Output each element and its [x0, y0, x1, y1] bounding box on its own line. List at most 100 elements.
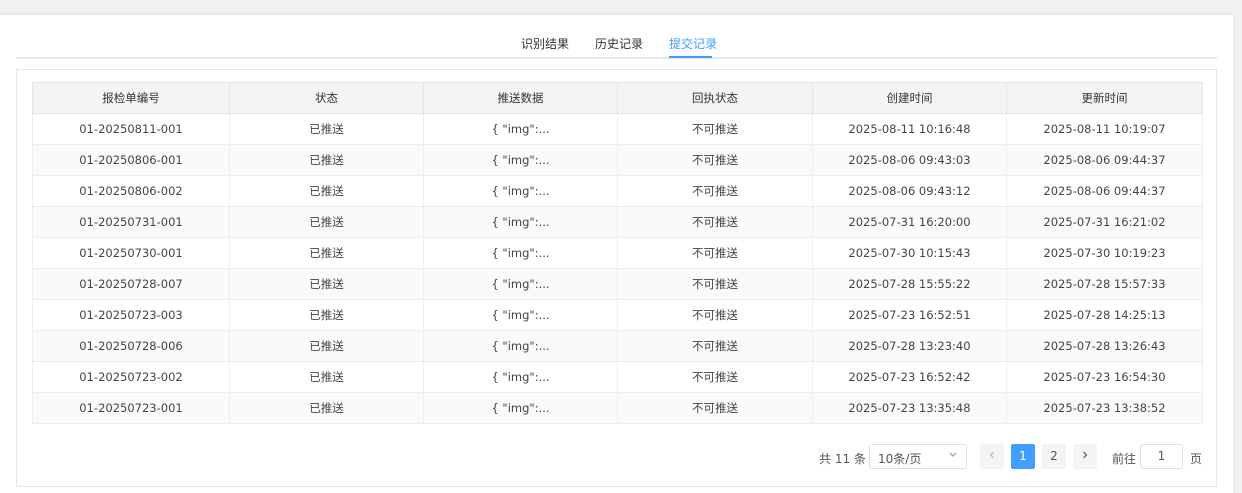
next-page-button[interactable] [1073, 444, 1097, 469]
cell-created-time: 2025-07-23 13:35:48 [812, 392, 1007, 424]
page-size-select[interactable]: 10条/页 [869, 444, 967, 469]
cell-receipt-status: 不可推送 [617, 361, 813, 393]
cell-status: 已推送 [229, 144, 424, 176]
cell-updated-time: 2025-07-31 16:21:02 [1006, 206, 1203, 238]
chevron-down-icon [948, 449, 958, 462]
table-row[interactable]: 01-20250728-006 已推送{ "img":... 不可推送 2025-07… [32, 330, 1203, 362]
cell-inspection-no: 01-20250730-001 [32, 237, 230, 269]
table-row[interactable]: 01-20250731-001 已推送{ "img":... 不可推送 2025-07… [32, 206, 1203, 238]
cell-push-data[interactable]: { "img":... [423, 330, 618, 362]
cell-updated-time: 2025-07-30 10:19:23 [1006, 237, 1203, 269]
table-row[interactable]: 01-20250811-001 已推送{ "img":... 不可推送 2025-08… [32, 113, 1203, 145]
table-row[interactable]: 01-20250723-002 已推送{ "img":... 不可推送 2025-07… [32, 361, 1203, 393]
page-unit-label: 页 [1190, 452, 1203, 466]
cell-status: 已推送 [229, 175, 424, 207]
records-table: 报检单编号 状态 推送数据 回执状态 创建时间 更新时间 01-20250811… [32, 82, 1203, 424]
cell-push-data[interactable]: { "img":... [423, 237, 618, 269]
column-header-updated-time[interactable]: 更新时间 [1006, 82, 1203, 114]
cell-status: 已推送 [229, 392, 424, 424]
cell-status: 已推送 [229, 361, 424, 393]
cell-created-time: 2025-08-06 09:43:12 [812, 175, 1007, 207]
cell-inspection-no: 01-20250806-001 [32, 144, 230, 176]
cell-status: 已推送 [229, 113, 424, 145]
tab-recognition-result[interactable]: 识别结果 [521, 35, 569, 52]
cell-status: 已推送 [229, 299, 424, 331]
cell-updated-time: 2025-07-23 13:38:52 [1006, 392, 1203, 424]
cell-inspection-no: 01-20250811-001 [32, 113, 230, 145]
cell-receipt-status: 不可推送 [617, 330, 813, 362]
cell-created-time: 2025-07-31 16:20:00 [812, 206, 1007, 238]
page-size-value: 10条/页 [878, 452, 922, 466]
chevron-right-icon [1081, 449, 1089, 463]
cell-created-time: 2025-07-28 15:55:22 [812, 268, 1007, 300]
page-button-1[interactable]: 1 [1011, 444, 1035, 469]
cell-created-time: 2025-07-23 16:52:42 [812, 361, 1007, 393]
table-header-row: 报检单编号 状态 推送数据 回执状态 创建时间 更新时间 [32, 82, 1203, 114]
table-row[interactable]: 01-20250723-003 已推送{ "img":... 不可推送 2025-07… [32, 299, 1203, 331]
total-count: 共 11 条 [819, 452, 866, 466]
active-tab-indicator [669, 56, 712, 58]
column-header-status[interactable]: 状态 [229, 82, 424, 114]
cell-receipt-status: 不可推送 [617, 113, 813, 145]
goto-label: 前往 [1112, 452, 1137, 466]
cell-updated-time: 2025-07-28 14:25:13 [1006, 299, 1203, 331]
cell-receipt-status: 不可推送 [617, 268, 813, 300]
prev-page-button[interactable] [980, 444, 1004, 469]
cell-push-data[interactable]: { "img":... [423, 144, 618, 176]
table-row[interactable]: 01-20250728-007 已推送{ "img":... 不可推送 2025-07… [32, 268, 1203, 300]
page-button-2[interactable]: 2 [1042, 444, 1066, 469]
tab-history[interactable]: 历史记录 [595, 35, 643, 52]
table-row[interactable]: 01-20250730-001 已推送{ "img":... 不可推送 2025-07… [32, 237, 1203, 269]
records-panel: 报检单编号 状态 推送数据 回执状态 创建时间 更新时间 01-20250811… [16, 69, 1217, 487]
cell-status: 已推送 [229, 237, 424, 269]
cell-inspection-no: 01-20250731-001 [32, 206, 230, 238]
goto-page-input[interactable]: 1 [1140, 444, 1183, 469]
column-header-inspection-no[interactable]: 报检单编号 [32, 82, 230, 114]
cell-inspection-no: 01-20250728-006 [32, 330, 230, 362]
cell-status: 已推送 [229, 268, 424, 300]
tab-submit-records[interactable]: 提交记录 [669, 35, 717, 52]
cell-status: 已推送 [229, 330, 424, 362]
cell-push-data[interactable]: { "img":... [423, 206, 618, 238]
column-header-push-data[interactable]: 推送数据 [423, 82, 618, 114]
cell-receipt-status: 不可推送 [617, 237, 813, 269]
cell-updated-time: 2025-08-06 09:44:37 [1006, 144, 1203, 176]
cell-push-data[interactable]: { "img":... [423, 392, 618, 424]
cell-inspection-no: 01-20250728-007 [32, 268, 230, 300]
cell-created-time: 2025-08-11 10:16:48 [812, 113, 1007, 145]
table-row[interactable]: 01-20250806-001 已推送{ "img":... 不可推送 2025-08… [32, 144, 1203, 176]
cell-updated-time: 2025-08-11 10:19:07 [1006, 113, 1203, 145]
cell-push-data[interactable]: { "img":... [423, 299, 618, 331]
cell-push-data[interactable]: { "img":... [423, 268, 618, 300]
cell-push-data[interactable]: { "img":... [423, 113, 618, 145]
column-header-created-time[interactable]: 创建时间 [812, 82, 1007, 114]
cell-created-time: 2025-07-23 16:52:51 [812, 299, 1007, 331]
cell-receipt-status: 不可推送 [617, 206, 813, 238]
main-card: 识别结果 历史记录 提交记录 报检单编号 状态 推送数据 回执状态 创建时间 更… [0, 14, 1233, 493]
cell-inspection-no: 01-20250806-002 [32, 175, 230, 207]
column-header-receipt-status[interactable]: 回执状态 [617, 82, 813, 114]
cell-inspection-no: 01-20250723-001 [32, 392, 230, 424]
table-row[interactable]: 01-20250806-002 已推送{ "img":... 不可推送 2025-08… [32, 175, 1203, 207]
table-body: 01-20250811-001 已推送{ "img":... 不可推送 2025-08… [32, 113, 1203, 424]
cell-inspection-no: 01-20250723-002 [32, 361, 230, 393]
cell-updated-time: 2025-07-28 13:26:43 [1006, 330, 1203, 362]
cell-receipt-status: 不可推送 [617, 175, 813, 207]
cell-receipt-status: 不可推送 [617, 144, 813, 176]
tab-bar: 识别结果 历史记录 提交记录 [16, 15, 1217, 59]
cell-inspection-no: 01-20250723-003 [32, 299, 230, 331]
cell-push-data[interactable]: { "img":... [423, 175, 618, 207]
cell-push-data[interactable]: { "img":... [423, 361, 618, 393]
cell-created-time: 2025-07-30 10:15:43 [812, 237, 1007, 269]
cell-updated-time: 2025-08-06 09:44:37 [1006, 175, 1203, 207]
chevron-left-icon [988, 449, 996, 463]
cell-receipt-status: 不可推送 [617, 299, 813, 331]
cell-updated-time: 2025-07-23 16:54:30 [1006, 361, 1203, 393]
cell-status: 已推送 [229, 206, 424, 238]
cell-created-time: 2025-07-28 13:23:40 [812, 330, 1007, 362]
cell-receipt-status: 不可推送 [617, 392, 813, 424]
cell-created-time: 2025-08-06 09:43:03 [812, 144, 1007, 176]
table-row[interactable]: 01-20250723-001 已推送{ "img":... 不可推送 2025-07… [32, 392, 1203, 424]
cell-updated-time: 2025-07-28 15:57:33 [1006, 268, 1203, 300]
pagination: 共 11 条 10条/页 1 2 前往 1 页 [15, 444, 1216, 470]
